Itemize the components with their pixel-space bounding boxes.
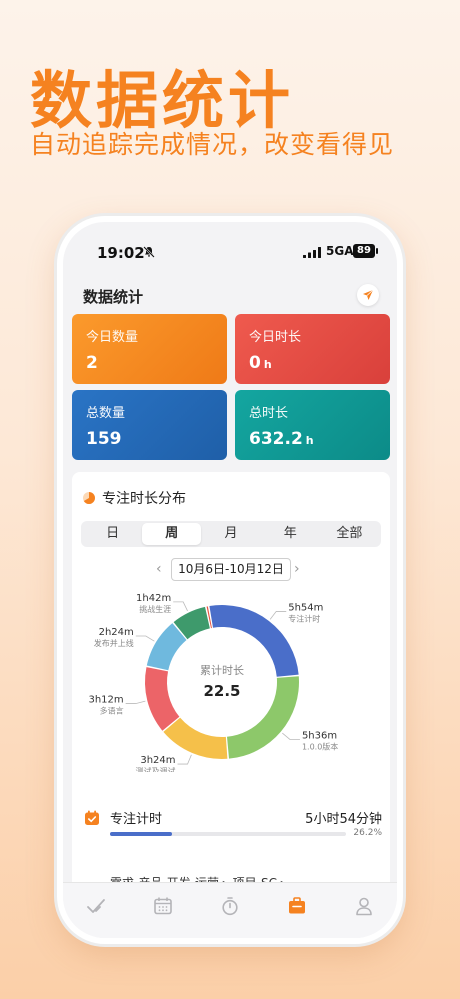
task-progress-fill bbox=[110, 832, 172, 836]
slice-value-label: 2h24m bbox=[99, 627, 134, 638]
stat-value: 2 bbox=[86, 353, 98, 373]
bottom-tab-bar bbox=[63, 882, 397, 938]
donut-slice[interactable] bbox=[145, 667, 180, 731]
stat-value: 159 bbox=[86, 429, 122, 449]
slice-leader-line bbox=[269, 611, 287, 620]
chart-center-value: 22.5 bbox=[203, 682, 240, 700]
calendar-check-icon bbox=[85, 810, 99, 825]
today-duration-card[interactable]: 今日时长 0h bbox=[235, 314, 390, 384]
signal-icon bbox=[303, 247, 321, 258]
date-range[interactable]: 10月6日-10月12日 bbox=[171, 558, 291, 581]
slice-value-label: 1h42m bbox=[136, 593, 171, 604]
task-percent: 26.2% bbox=[353, 828, 382, 838]
status-bar: 19:02 5GA 89 bbox=[63, 222, 397, 278]
calendar-icon bbox=[154, 897, 172, 915]
tab-day[interactable]: 日 bbox=[83, 523, 142, 545]
tab-tasks[interactable] bbox=[83, 893, 109, 919]
chart-center-label: 累计时长 bbox=[200, 664, 244, 677]
tab-year[interactable]: 年 bbox=[261, 523, 320, 545]
task-progress-bar bbox=[110, 832, 346, 836]
slice-leader-line bbox=[282, 732, 300, 740]
stat-unit: h bbox=[263, 358, 272, 371]
donut-chart-svg: 5h54m专注计时 5h36m1.0.0版本 3h24m测试及调试 3h12m多语言 2… bbox=[88, 593, 338, 776]
chevron-right-icon[interactable]: › bbox=[294, 561, 300, 577]
slice-value-label: 3h24m bbox=[140, 755, 175, 766]
tab-stats[interactable] bbox=[284, 893, 310, 919]
task-time: 5小时54分钟 bbox=[305, 812, 382, 827]
status-time: 19:02 bbox=[97, 244, 145, 262]
page-title: 数据统计 bbox=[83, 288, 144, 306]
person-icon bbox=[355, 897, 372, 916]
slice-leader-line bbox=[177, 754, 192, 765]
app-screen: 19:02 5GA 89 数据统计 今日数量 2 今日时长 0 h 总数量 15… bbox=[63, 222, 397, 938]
tab-timer[interactable] bbox=[217, 893, 243, 919]
slice-value-label: 5h54m bbox=[288, 602, 323, 613]
battery-tip bbox=[376, 248, 378, 254]
network-label: 5GA bbox=[326, 244, 354, 258]
bell-slash-icon bbox=[143, 246, 155, 258]
slice-name-label: 多语言 bbox=[100, 706, 124, 716]
task-row[interactable]: 专注计时 5小时54分钟 26.2% bbox=[82, 808, 382, 848]
slice-name-label: 挑战生涯 bbox=[139, 604, 171, 614]
stat-label: 今日数量 bbox=[86, 330, 139, 345]
stat-label: 总数量 bbox=[86, 406, 126, 421]
stat-unit: h bbox=[305, 434, 314, 447]
slice-leader-line bbox=[125, 700, 146, 704]
pie-chart-icon bbox=[83, 492, 95, 504]
check-icon bbox=[87, 899, 106, 913]
timer-icon bbox=[222, 897, 238, 916]
today-count-card[interactable]: 今日数量 2 bbox=[72, 314, 227, 384]
slice-leader-line bbox=[135, 635, 155, 642]
slice-name-label: 专注计时 bbox=[288, 613, 320, 623]
donut-slice[interactable] bbox=[163, 717, 228, 759]
period-selector: 日 周 月 年 全部 bbox=[81, 521, 381, 547]
slice-name-label: 测试及调试 bbox=[136, 766, 176, 772]
stat-value: 0h bbox=[249, 353, 272, 373]
slice-name-label: 发布并上线 bbox=[94, 638, 134, 648]
date-navigator: ‹ 10月6日-10月12日 › bbox=[72, 558, 390, 582]
total-count-card[interactable]: 总数量 159 bbox=[72, 390, 227, 460]
stat-label: 总时长 bbox=[249, 406, 289, 421]
slice-leader-line bbox=[173, 601, 188, 612]
slice-name-label: 1.0.0版本 bbox=[302, 741, 338, 751]
slice-value-label: 3h12m bbox=[88, 695, 123, 706]
tab-week[interactable]: 周 bbox=[142, 523, 202, 545]
stat-value: 632.2 h bbox=[249, 429, 314, 449]
tab-month[interactable]: 月 bbox=[201, 523, 260, 545]
share-button[interactable] bbox=[357, 284, 379, 306]
phone-frame: 19:02 5GA 89 数据统计 今日数量 2 今日时长 0 h 总数量 15… bbox=[57, 216, 403, 944]
task-name: 专注计时 bbox=[110, 812, 163, 827]
paper-plane-icon bbox=[363, 289, 374, 300]
distribution-header: 专注时长分布 bbox=[82, 488, 186, 508]
stat-label: 今日时长 bbox=[249, 330, 302, 345]
tab-all[interactable]: 全部 bbox=[320, 523, 379, 545]
battery-level: 89 bbox=[353, 244, 375, 258]
focus-distribution-panel: 专注时长分布 日 周 月 年 全部 ‹ 10月6日-10月12日 › 5h54m… bbox=[72, 472, 390, 902]
distribution-title: 专注时长分布 bbox=[102, 491, 186, 507]
slice-value-label: 5h36m bbox=[302, 730, 337, 741]
hero-subtitle: 自动追踪完成情况，改变看得见 bbox=[30, 130, 395, 159]
total-duration-card[interactable]: 总时长 632.2 h bbox=[235, 390, 390, 460]
donut-chart: 5h54m 专注计时 5h36m 1.0.0版本 3h24m 测试及调试 3h12m 多语言 2… bbox=[72, 592, 390, 776]
chevron-left-icon[interactable]: ‹ bbox=[156, 561, 162, 577]
briefcase-icon bbox=[288, 897, 305, 914]
tab-profile[interactable] bbox=[351, 893, 377, 919]
tab-calendar[interactable] bbox=[150, 893, 176, 919]
